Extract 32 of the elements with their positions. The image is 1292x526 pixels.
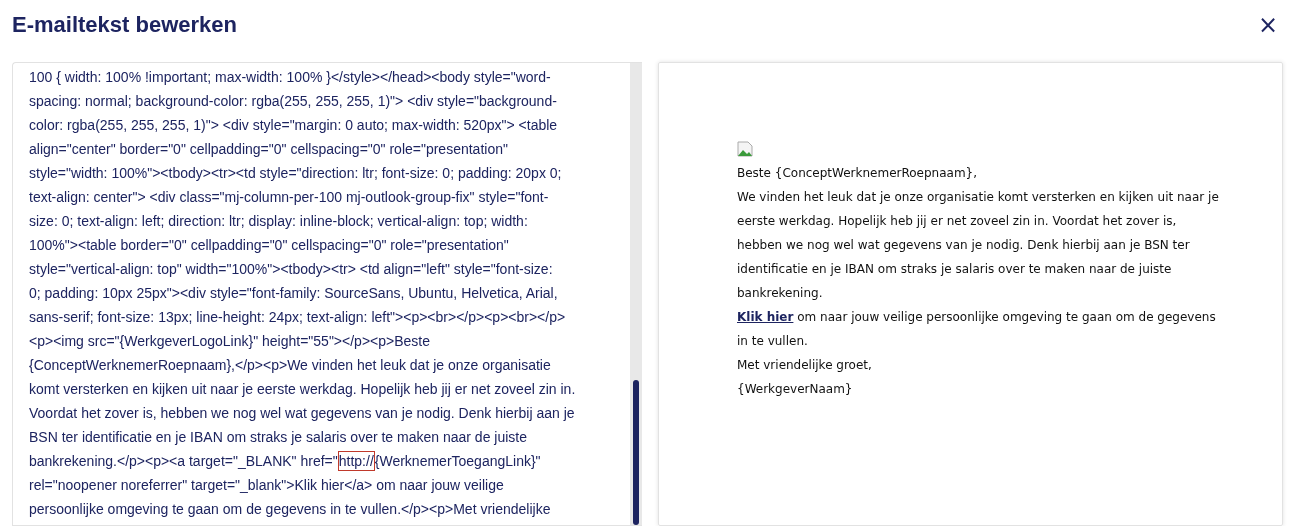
email-paragraph: We vinden het leuk dat je onze organisatie komt versterken en kijken uit naar je eerste werkdag. Hopelijk heb jij er net zoveel zin in. Voordat het zover is, hebben we nog wel wat gegevens van je nodig. Denk hierbij aan je BSN ter identificatie en je IBAN om straks je salaris over te maken naar de juiste bankrekening. xyxy=(737,189,1220,302)
code-text: bankrekening.</p><p><a target="_BLANK" href=" xyxy=(29,453,338,469)
code-line: <p><img src="{WerkgeverLogoLink}" height="55"></p><p>Beste xyxy=(29,332,430,351)
email-paragraph: Klik hier om naar jouw veilige persoonlijke omgeving te gaan om de gegevens in te vullen. xyxy=(737,309,1217,350)
code-line: sans-serif; font-size: 13px; line-height: 24px; text-align: left"><p><br></p><p><br></p> xyxy=(29,308,566,327)
code-line: Voordat het zover is, hebben we nog wel wat gegevens van je nodig. Denk hierbij aan je xyxy=(29,404,575,423)
code-line: 100 { width: 100% !important; max-width: 100% }</style></head><body style="word- xyxy=(29,68,551,87)
email-paragraph: {WerkgeverNaam} xyxy=(737,381,854,398)
highlighted-code-text: http:// xyxy=(337,451,375,471)
code-line: {ConceptWerknemerRoepnaam},</p><p>We vinden het leuk dat je onze organisatie xyxy=(29,356,551,375)
code-line: style="width: 100%"><tbody><tr><td style="direction: ltr; font-size: 0; padding: 20px 0; xyxy=(29,164,562,183)
code-line: 100%"><table border="0" cellpadding="0" cellspacing="0" role="presentation" xyxy=(29,236,509,255)
code-line: color: rgba(255, 255, 255, 1)"> <div style="margin: 0 auto; max-width: 520px"> <table xyxy=(29,116,558,135)
code-line: 0; padding: 10px 25px"><div style="font-family: SourceSans, Ubuntu, Helvetica, Arial, xyxy=(29,284,558,303)
code-line: persoonlijke omgeving te gaan om de gegevens in te vullen.</p><p>Met vriendelijke xyxy=(29,500,551,519)
email-paragraph: Met vriendelijke groet, xyxy=(737,357,873,374)
email-paragraph: Beste {ConceptWerknemerRoepnaam}, xyxy=(737,165,979,182)
link[interactable]: Klik hier xyxy=(737,310,794,324)
code-line: size: 0; text-align: left; direction: ltr; display: inline-block; vertical-align: top; width: xyxy=(29,212,528,231)
html-source-editor[interactable] xyxy=(12,62,642,526)
code-line: rel="noopener noreferrer" target="_blank">Klik hier</a> om naar jouw veilige xyxy=(29,476,504,495)
code-line: align="center" border="0" cellpadding="0" cellspacing="0" role="presentation" xyxy=(29,140,508,159)
code-line: spacing: normal; background-color: rgba(255, 255, 255, 1)"> <div style="background- xyxy=(29,92,557,111)
dialog-title: E-mailtekst bewerken xyxy=(12,12,237,38)
close-button[interactable]: × xyxy=(1251,11,1284,39)
scrollbar-thumb[interactable] xyxy=(633,380,639,525)
code-line: BSN ter identificatie en je IBAN om straks je salaris over te maken naar de juiste xyxy=(29,428,527,447)
code-text: {WerknemerToegangLink}" xyxy=(374,453,541,469)
code-line: style="vertical-align: top" width="100%"><tbody><tr> <td align="left" style="font-size: xyxy=(29,260,553,279)
code-line: text-align: center"> <div class="mj-column-per-100 mj-outlook-group-fix" style="font- xyxy=(29,188,549,207)
broken-image-icon xyxy=(737,141,753,157)
code-line: komt versterken en kijken uit naar je eerste werkdag. Hopelijk heb jij er net zoveel zin in. xyxy=(29,380,576,399)
